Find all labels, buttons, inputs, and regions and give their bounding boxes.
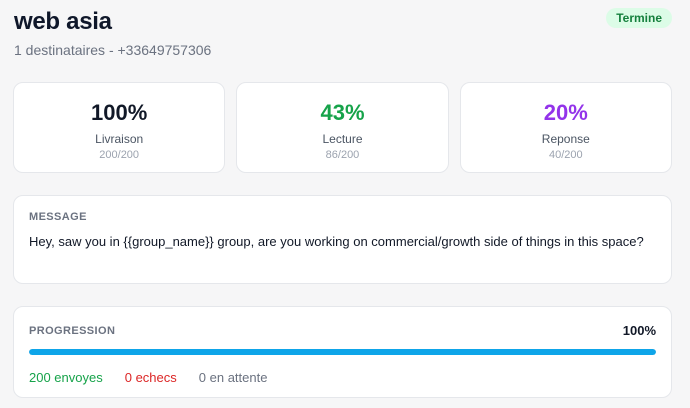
sent-count: 200 envoyes [29,370,103,385]
stat-label: Livraison [95,132,144,146]
stats-row: 100% Livraison 200/200 43% Lecture 86/20… [13,82,672,173]
stat-value: 20% [543,100,588,125]
stat-card-reply: 20% Reponse 40/200 [459,82,672,173]
progress-card: PROGRESSION 100% 200 envoyes 0 echecs 0 … [13,306,672,398]
campaign-title: web asia [14,8,112,35]
status-badge: Termine [606,8,672,28]
stat-value: 100% [91,100,148,125]
failed-count: 0 echecs [124,370,177,385]
stat-card-delivery: 100% Livraison 200/200 [13,82,226,173]
progress-fill [29,349,656,355]
stat-value: 43% [320,100,365,125]
progress-track [29,349,656,355]
pending-count: 0 en attente [198,370,268,385]
progress-header: PROGRESSION 100% [29,323,656,338]
campaign-subtitle: 1 destinataires - +33649757306 [14,42,212,58]
campaign-header: web asia 1 destinataires - +33649757306 … [13,0,672,78]
message-card: MESSAGE Hey, saw you in {{group_name}} g… [13,195,672,284]
stat-count: 200/200 [99,149,140,161]
stat-label: Reponse [541,132,590,146]
stat-count: 40/200 [548,149,583,161]
stat-card-read: 43% Lecture 86/200 [236,82,449,173]
message-text: Hey, saw you in {{group_name}} group, ar… [29,234,644,249]
stat-label: Lecture [322,132,363,146]
progress-percent: 100% [622,323,656,338]
message-section-title: MESSAGE [29,211,87,223]
stat-count: 86/200 [325,149,360,161]
progress-section-title: PROGRESSION [29,324,116,337]
progress-stats: 200 envoyes 0 echecs 0 en attente [29,370,656,385]
